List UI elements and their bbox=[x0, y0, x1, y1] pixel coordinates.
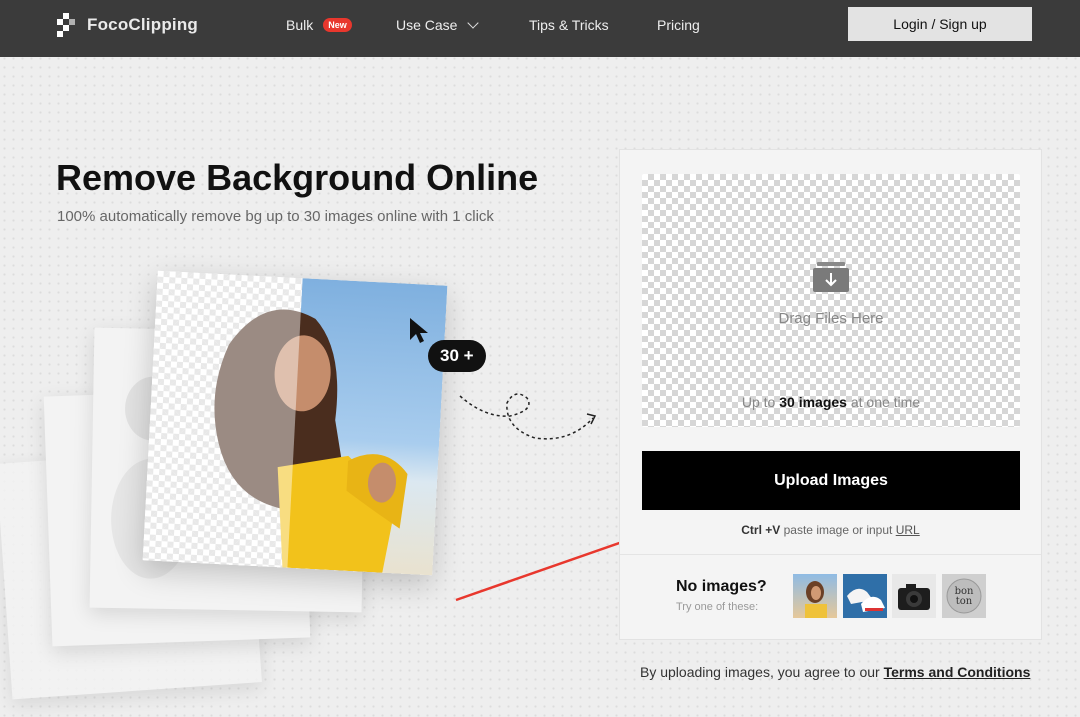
nav-tips[interactable]: Tips & Tricks bbox=[529, 17, 609, 33]
camera-sample-image bbox=[898, 584, 930, 610]
brand-logo[interactable]: FocoClipping bbox=[57, 13, 198, 37]
chevron-down-icon bbox=[467, 17, 480, 29]
drop-zone[interactable]: Drag Files Here Up to 30 images at one t… bbox=[642, 174, 1020, 427]
limit-count: 30 images bbox=[779, 394, 847, 410]
upload-limit-text: Up to 30 images at one time bbox=[642, 394, 1020, 410]
terms-prefix: By uploading images, you agree to our bbox=[640, 664, 880, 680]
terms-notice: By uploading images, you agree to our Te… bbox=[640, 664, 1030, 680]
upload-panel: Drag Files Here Up to 30 images at one t… bbox=[619, 149, 1042, 640]
nav-bulk-label: Bulk bbox=[286, 17, 314, 33]
limit-suffix: at one time bbox=[850, 394, 921, 410]
paste-shortcut: Ctrl +V bbox=[741, 523, 781, 537]
sneakers-sample-image bbox=[847, 588, 885, 612]
nav-tips-label: Tips & Tricks bbox=[529, 17, 609, 33]
limit-prefix: Up to bbox=[741, 394, 776, 410]
page-subtitle: 100% automatically remove bg up to 30 im… bbox=[57, 208, 494, 225]
woman-sample-image bbox=[805, 581, 827, 618]
nav-pricing-label: Pricing bbox=[657, 17, 700, 33]
divider bbox=[620, 554, 1041, 555]
sample-thumb-woman[interactable] bbox=[793, 574, 837, 618]
no-images-title: No images? bbox=[676, 578, 767, 595]
sample-thumb-camera[interactable] bbox=[892, 574, 936, 618]
paste-hint: Ctrl +V paste image or input URL bbox=[620, 523, 1041, 537]
new-badge: New bbox=[323, 18, 352, 32]
count-badge: 30 + bbox=[428, 340, 486, 372]
download-tray-icon bbox=[813, 262, 849, 292]
nav-bulk[interactable]: Bulk New bbox=[286, 17, 352, 33]
nav-use-case-label: Use Case bbox=[396, 17, 458, 33]
drag-files-label: Drag Files Here bbox=[778, 310, 884, 327]
url-link[interactable]: URL bbox=[896, 523, 920, 537]
login-signup-button[interactable]: Login / Sign up bbox=[848, 7, 1032, 41]
nav-pricing[interactable]: Pricing bbox=[657, 17, 700, 33]
sample-thumb-sneakers[interactable] bbox=[843, 574, 887, 618]
svg-text:ton: ton bbox=[956, 596, 973, 607]
top-nav: FocoClipping Bulk New Use Case Tips & Tr… bbox=[0, 0, 1080, 57]
page-title: Remove Background Online bbox=[56, 157, 539, 198]
bonton-logo-image: bonton bbox=[946, 578, 982, 614]
paste-text: paste image or input bbox=[783, 523, 893, 537]
terms-link[interactable]: Terms and Conditions bbox=[884, 664, 1031, 680]
cursor-icon bbox=[410, 318, 428, 343]
no-images-subtitle: Try one of these: bbox=[676, 601, 759, 613]
woman-photo bbox=[142, 270, 408, 573]
before-after-photo bbox=[142, 270, 448, 576]
sample-thumb-logo[interactable]: bon ton bbox=[942, 574, 986, 618]
upload-images-button[interactable]: Upload Images bbox=[642, 451, 1020, 510]
dotted-arrow-icon bbox=[459, 393, 597, 440]
sample-images-prompt: No images? Try one of these: bbox=[676, 578, 767, 613]
nav-use-case[interactable]: Use Case bbox=[396, 17, 480, 33]
brand-name: FocoClipping bbox=[87, 15, 198, 34]
logo-icon bbox=[57, 13, 77, 37]
